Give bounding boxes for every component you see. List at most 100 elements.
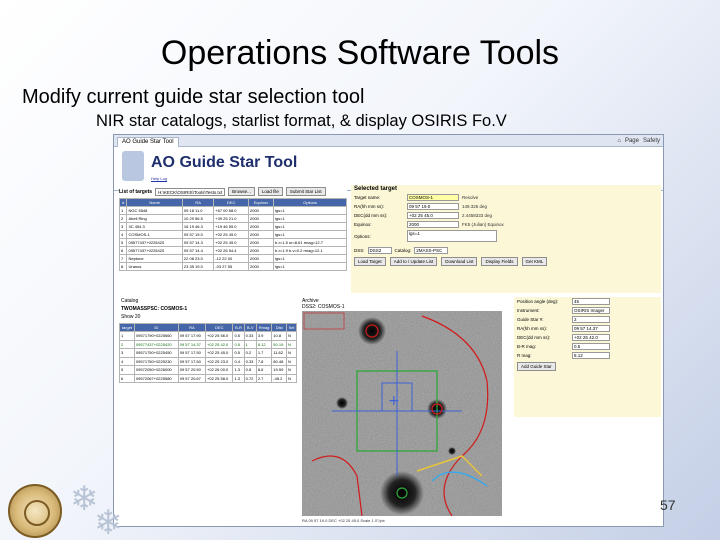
ra-input[interactable]: 09 57 19.0 <box>407 203 459 210</box>
dec-input[interactable]: +02 25 45.0 <box>407 212 459 219</box>
image-caption: DSS2: COSMOS-1 <box>302 304 345 310</box>
star <box>448 447 456 455</box>
selected-title: Selected target <box>354 186 398 192</box>
options-textarea[interactable]: lgs=1 <box>407 230 497 242</box>
field-label: RA(hh mm ss): <box>517 326 548 331</box>
load-file-button[interactable]: Load file <box>257 187 283 196</box>
slide-title: Operations Software Tools <box>160 34 560 72</box>
field-label: R mag: <box>517 353 532 358</box>
col-rmag: Rmag <box>255 323 273 332</box>
equinox-input[interactable]: 2000 <box>407 221 459 228</box>
dss-select[interactable]: DSS2 <box>367 247 392 254</box>
field-label: Target name: <box>354 195 381 200</box>
col-ra: RA <box>181 198 215 207</box>
pa-input[interactable]: 45 <box>572 298 610 305</box>
gs-ra[interactable]: 09 57 14.37 <box>572 325 610 332</box>
resolve-link[interactable]: Resolve <box>462 195 478 200</box>
equinox-note: FK5 (Julian) Equinox <box>462 222 504 227</box>
col-dec: DEC <box>205 323 234 332</box>
target-name-input[interactable]: COSMOS-1 <box>407 194 459 201</box>
catalog-select[interactable]: 2MASS-PSC <box>414 247 449 254</box>
page-number: 57 <box>660 497 676 513</box>
col-id: ID <box>133 323 179 332</box>
field-label: Equinox: <box>354 222 372 227</box>
table-row[interactable]: 6 09577437+0225420 09 57 14.4 +02 26 54.4 20… <box>118 246 347 255</box>
table-row[interactable]: 6 09572067+0225580 09 57 20.67 +02 25 58.0 1… <box>119 373 297 383</box>
instrument-select[interactable]: OSIRIS Imager <box>572 307 610 314</box>
home-icon[interactable]: ⌂ <box>617 138 621 144</box>
field-label: DEC(dd mm ss): <box>517 335 551 340</box>
bullet-main: Modify current guide star selection tool <box>22 86 365 108</box>
submit-list-button[interactable]: Submit Star List <box>285 187 326 196</box>
r-mag[interactable]: 8.12 <box>572 352 610 359</box>
col-name: Name <box>126 198 183 207</box>
table-row[interactable]: 2 Abell Ring 10 29 56.5 +39 25 21.0 2000 lgs=… <box>118 214 347 223</box>
col-br: B-R <box>232 323 245 332</box>
app-links[interactable]: Help Log <box>151 176 167 181</box>
table-row[interactable]: 5 09577437+0225420 09 57 14.3 +02 25 45.0 20… <box>118 238 347 247</box>
catalog-table: target ID RA DEC B-R B-V Rmag Dist Sel 1… <box>119 323 297 383</box>
target-table: # Name RA DEC Equinox Options 1 NGC 5548 0… <box>118 198 347 271</box>
table-row[interactable]: 1 09571790+0225560 09 57 17.90 +02 25 56.0 0… <box>119 331 297 341</box>
field-label: Guide Star #: <box>517 317 544 322</box>
show-select[interactable]: Show 20 <box>119 313 297 321</box>
add-guide-star-button[interactable]: Add Guide Star <box>517 362 556 371</box>
br-mag[interactable]: 0.5 <box>572 343 610 350</box>
get-kml-button[interactable]: Get KML <box>521 257 548 266</box>
col-equinox: Equinox <box>247 198 275 207</box>
browser-screenshot: AO Guide Star Tool ⌂ Page Safety AO Guid… <box>113 134 664 527</box>
table-row[interactable]: 4 COSMOS-1 09 57 19.0 +02 25 45.0 2000 lgs=1 <box>118 230 347 239</box>
app-logo <box>122 151 144 181</box>
field-label: Instrument: <box>517 308 540 313</box>
col-options: Options <box>273 198 347 207</box>
update-list-button[interactable]: Add to / Update List <box>389 257 438 266</box>
download-list-button[interactable]: Download List <box>441 257 478 266</box>
target-list-panel: List of targets H:\KECK\OSIRIS\Tools\Tes… <box>118 185 347 293</box>
app-title: AO Guide Star Tool <box>151 154 298 171</box>
col-dist: Dist <box>271 323 287 332</box>
menu-safety[interactable]: Safety <box>643 138 660 144</box>
bullet-sub: NIR star catalogs, starlist format, & di… <box>96 112 507 130</box>
menu-page[interactable]: Page <box>625 138 639 144</box>
col-sel: Sel <box>286 323 297 332</box>
browser-chrome: AO Guide Star Tool ⌂ Page Safety <box>114 135 663 147</box>
table-row[interactable]: 7 Neptune 22 08 23.0 -12 22 00 2000 lgs=1 <box>118 254 347 263</box>
field-label: DEC(dd mm ss): <box>354 213 388 218</box>
field-label: B-R mag: <box>517 344 537 349</box>
snowflake-logo-icon: ❄ <box>94 504 123 540</box>
field-label: Options: <box>354 233 371 239</box>
col-dec: DEC <box>213 198 249 207</box>
seal-logo <box>8 484 62 538</box>
table-row[interactable]: 3 09571750+0225450 09 57 17.50 +02 25 45.0 0… <box>119 348 297 358</box>
browse-button[interactable]: Browse... <box>228 187 255 196</box>
browser-tab[interactable]: AO Guide Star Tool <box>117 136 179 147</box>
table-row[interactable]: 2 09577437+0225420 09 57 14.37 +02 25 42.0 0… <box>119 339 297 349</box>
col-target: target <box>119 323 135 332</box>
dec-deg: 2.4458333 deg <box>462 213 493 218</box>
file-input[interactable]: H:\KECK\OSIRIS\Tools\Tests.txt <box>155 187 226 196</box>
gs-dec[interactable]: +02 25 42.0 <box>572 334 610 341</box>
table-row[interactable]: 3 3C 454.3 16 19 46.3 +19 46 55.0 2000 lgs=1 <box>118 222 347 231</box>
crosshair-icon: + <box>388 393 400 409</box>
display-fields-button[interactable]: Display Fields <box>481 257 518 266</box>
star <box>358 317 386 345</box>
list-label: List of targets <box>119 188 153 195</box>
dss-label: DSS: <box>354 248 365 253</box>
catalog-panel: Catalog TWOMASSPSC: COSMOS-1 Show 20 tar… <box>119 297 297 472</box>
col-ra: RA <box>177 323 207 332</box>
col-bv: B-V <box>243 323 257 332</box>
image-footer: RA 09 57 19.0 DEC +02 25 45.0 Scale 1.0"… <box>302 518 385 523</box>
table-row[interactable]: 5 09572050+0226000 09 57 20.50 +02 26 00.0 1… <box>119 365 297 375</box>
table-row[interactable]: 8 Uranus 23 35 19.0 -03 27 55 2000 lgs=1 <box>118 262 347 271</box>
load-target-button[interactable]: Load Target <box>354 257 386 266</box>
field-label: Position angle (deg): <box>517 299 559 304</box>
catalog-name: TWOMASSPSC: COSMOS-1 <box>121 306 188 312</box>
guide-star-panel: Position angle (deg): 45 Instrument: OSIRI… <box>514 297 661 417</box>
table-row[interactable]: 1 NGC 5548 09 18 11.0 +67 00 58.0 2000 lgs=1 <box>118 206 347 215</box>
catalog-label: Catalog: <box>394 248 412 253</box>
col-num: # <box>118 198 128 207</box>
table-row[interactable]: 4 09571750+0225230 09 57 17.50 +02 25 23.0 0… <box>119 356 297 366</box>
star <box>336 397 348 409</box>
guide-star-number[interactable]: 2 <box>572 316 610 323</box>
sky-image[interactable]: + <box>302 311 502 516</box>
